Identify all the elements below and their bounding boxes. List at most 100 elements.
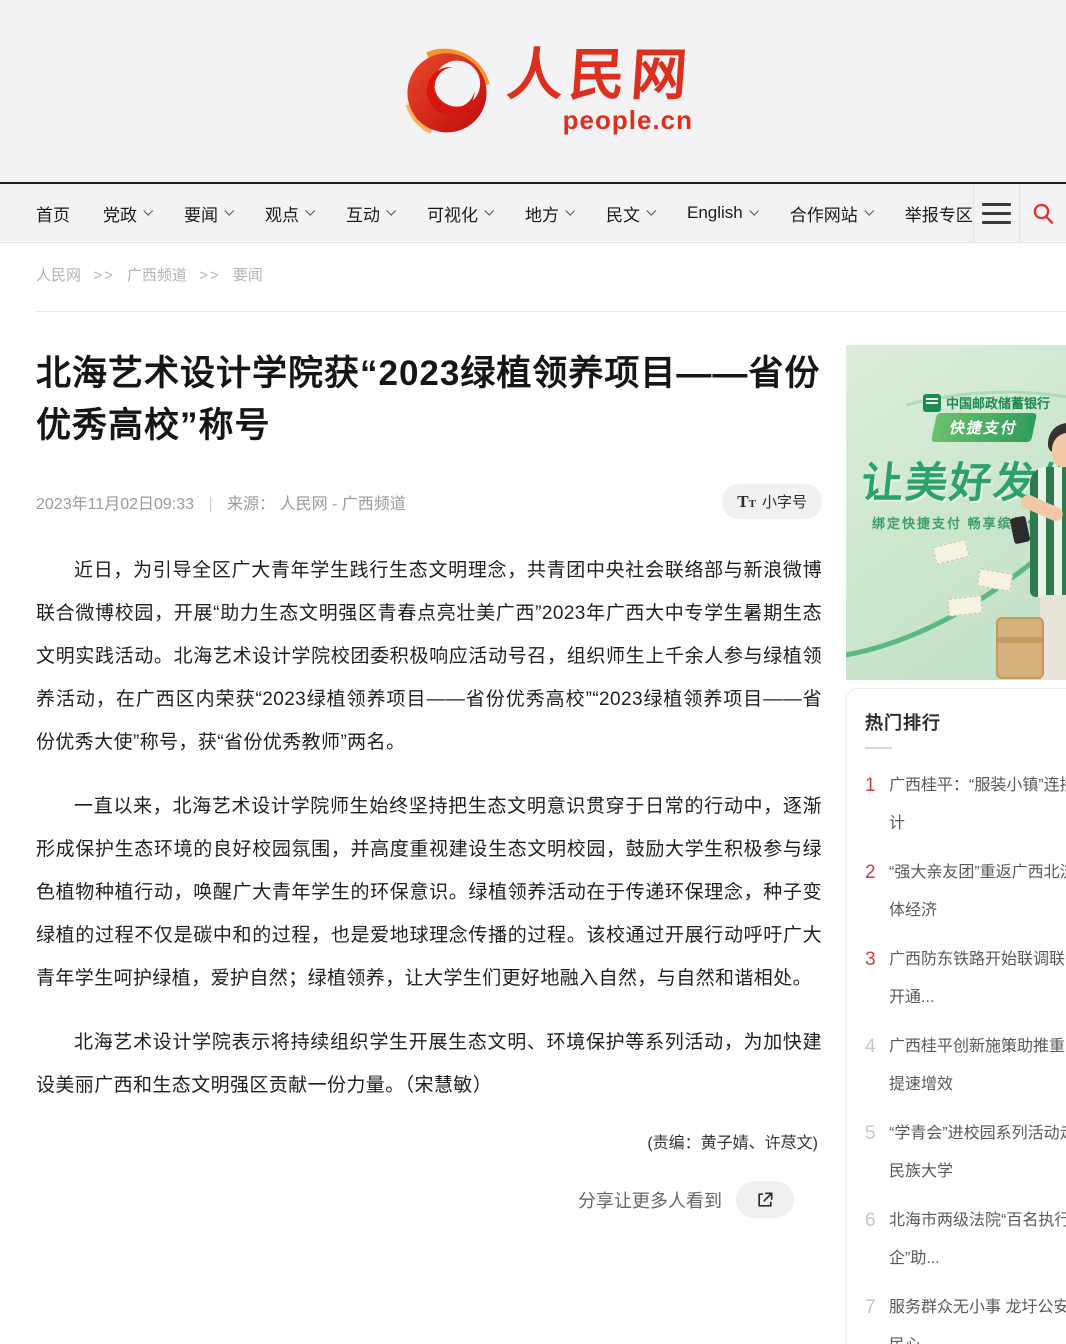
nav-item-label: 观点 (265, 201, 299, 226)
ad-suitcase-illustration (996, 617, 1044, 679)
article-paragraph: 北海艺术设计学院表示将持续组织学生开展生态文明、环境保护等系列活动，为加快建设美… (36, 1021, 822, 1107)
nav-item-hezuo[interactable]: 合作网站 (790, 201, 872, 226)
breadcrumb-link-people[interactable]: 人民网 (36, 267, 81, 284)
breadcrumb-divider (36, 311, 1066, 312)
nav-item-home[interactable]: 首页 (36, 201, 70, 226)
hot-item-text: 体经济 (889, 892, 1066, 930)
rank-number: 2 (865, 854, 876, 892)
nav-item-keshihua[interactable]: 可视化 (427, 201, 492, 226)
breadcrumb-link-channel[interactable]: 广西频道 (127, 267, 187, 284)
hot-item-text: 广西防东铁路开始联调联试 预 (889, 941, 1066, 979)
chevron-down-icon (565, 206, 575, 216)
nav-item-label: English (687, 203, 743, 223)
rank-number: 6 (865, 1202, 876, 1240)
site-logo[interactable]: 人民网 people.cn (401, 45, 693, 137)
hot-item-text: 广西桂平：“服装小镇”连接 (889, 767, 1066, 805)
hot-item-text: 民心 (889, 1327, 1066, 1344)
nav-item-label: 举报专区 (905, 201, 973, 226)
chevron-down-icon (386, 206, 396, 216)
nav-item-hudong[interactable]: 互动 (346, 201, 394, 226)
hot-ranking-item-7[interactable]: 7 服务群众无小事 龙圩公安排忧 民心 (865, 1289, 1066, 1344)
people-cn-logo-icon (401, 45, 493, 137)
nav-item-label: 合作网站 (790, 201, 858, 226)
menu-button[interactable] (973, 184, 1020, 242)
hot-item-text: “强大亲友团”重返广西北流 (889, 854, 1066, 892)
bank-logo: 中国邮政储蓄银行 (923, 393, 1050, 412)
hot-item-text: 广西桂平创新施策助推重大项 (889, 1028, 1066, 1066)
site-header: 人民网 people.cn (0, 0, 1066, 182)
article-meta-left: 2023年11月02日09:33 | 来源： 人民网 - 广西频道 (36, 490, 406, 514)
nav-item-jubao[interactable]: 举报专区 (905, 201, 973, 226)
hot-title-underline (865, 747, 892, 749)
rank-number: 7 (865, 1289, 876, 1327)
share-icon (755, 1190, 775, 1210)
nav-list: 首页 党政 要闻 观点 互动 可视化 地方 民文 English 合作网站 举报… (0, 184, 973, 242)
source-link[interactable]: 人民网 - 广西频道 (280, 496, 406, 513)
nav-item-dangzheng[interactable]: 党政 (103, 201, 151, 226)
font-size-button-label: 小字号 (762, 491, 807, 512)
hot-item-text: “学青会”进校园系列活动走 (889, 1115, 1066, 1153)
meta-pipe: | (209, 496, 213, 513)
hamburger-icon (982, 203, 1011, 224)
hot-item-text: 服务群众无小事 龙圩公安排忧 (889, 1289, 1066, 1327)
hot-item-text: 开通... (889, 979, 1066, 1017)
nav-item-label: 民文 (606, 201, 640, 226)
article-paragraph: 一直以来，北海艺术设计学院师生始终坚持把生态文明意识贯穿于日常的行动中，逐渐形成… (36, 785, 822, 1000)
chevron-down-icon (305, 206, 315, 216)
source-label: 来源： (227, 496, 275, 513)
hot-ranking-item-5[interactable]: 5 “学青会”进校园系列活动走 民族大学 (865, 1115, 1066, 1191)
chevron-down-icon (224, 206, 234, 216)
hot-ranking-title: 热门排行 (865, 709, 1066, 735)
nav-item-label: 地方 (525, 201, 559, 226)
logo-en-text: people.cn (563, 106, 693, 135)
share-label: 分享让更多人看到 (578, 1187, 722, 1213)
article-date: 2023年11月02日09:33 (36, 496, 194, 513)
hot-ranking-item-2[interactable]: 2 “强大亲友团”重返广西北流 体经济 (865, 854, 1066, 930)
logo-text: 人民网 people.cn (507, 48, 693, 135)
nav-item-guandian[interactable]: 观点 (265, 201, 313, 226)
font-size-button[interactable]: TT 小字号 (722, 484, 822, 519)
breadcrumb-separator: >> (199, 267, 221, 284)
article-meta: 2023年11月02日09:33 | 来源： 人民网 - 广西频道 TT 小字号 (36, 484, 822, 519)
breadcrumb-link-section[interactable]: 要闻 (233, 267, 263, 284)
ad-banner[interactable]: 中国邮政储蓄银行 快捷支付 让美好发生 绑定快捷支付 畅享缤纷优惠 (846, 345, 1066, 680)
search-button[interactable] (1019, 184, 1066, 242)
editor-note: (责编：黄子婧、许荩文) (36, 1129, 822, 1153)
nav-item-label: 可视化 (427, 201, 478, 226)
hot-ranking-item-1[interactable]: 1 广西桂平：“服装小镇”连接 计 (865, 767, 1066, 843)
hot-ranking-item-4[interactable]: 4 广西桂平创新施策助推重大项 提速增效 (865, 1028, 1066, 1104)
page: 人民网 people.cn 首页 党政 要闻 观点 互动 可视化 地方 民文 E… (0, 0, 1066, 1344)
nav-item-label: 党政 (103, 201, 137, 226)
hot-item-text: 民族大学 (889, 1153, 1066, 1191)
nav-item-yaowen[interactable]: 要闻 (184, 201, 232, 226)
nav-item-difang[interactable]: 地方 (525, 201, 573, 226)
hot-ranking-panel: 热门排行 1 广西桂平：“服装小镇”连接 计 2 “强大亲友团”重返广西北流 体… (846, 688, 1066, 1344)
chevron-down-icon (143, 206, 153, 216)
article-paragraph: 近日，为引导全区广大青年学生践行生态文明理念，共青团中央社会联络部与新浪微博联合… (36, 549, 822, 764)
hot-ranking-item-6[interactable]: 6 北海市两级法院“百名执行干 企”助... (865, 1202, 1066, 1278)
chevron-down-icon (864, 206, 874, 216)
nav-item-minwen[interactable]: 民文 (606, 201, 654, 226)
rank-number: 1 (865, 767, 876, 805)
coupon-decoration (947, 595, 983, 616)
hot-item-text: 北海市两级法院“百名执行干 (889, 1202, 1066, 1240)
article-body: 近日，为引导全区广大青年学生践行生态文明理念，共青团中央社会联络部与新浪微博联合… (36, 549, 822, 1107)
share-button[interactable] (736, 1181, 794, 1218)
nav-item-english[interactable]: English (687, 203, 757, 223)
share-row: 分享让更多人看到 (36, 1181, 822, 1218)
rank-number: 5 (865, 1115, 876, 1153)
page-title: 北海艺术设计学院获“2023绿植领养项目——省份优秀高校”称号 (36, 348, 822, 452)
hot-item-text: 企”助... (889, 1240, 1066, 1278)
hot-item-text: 计 (889, 805, 1066, 843)
logo-zh-text: 人民网 (505, 48, 695, 104)
bank-name: 中国邮政储蓄银行 (946, 393, 1050, 412)
chevron-down-icon (484, 206, 494, 216)
nav-item-label: 首页 (36, 201, 70, 226)
main-nav: 首页 党政 要闻 观点 互动 可视化 地方 民文 English 合作网站 举报… (0, 182, 1066, 243)
breadcrumb: 人民网 >> 广西频道 >> 要闻 (36, 264, 263, 285)
breadcrumb-separator: >> (93, 267, 115, 284)
hot-ranking-item-3[interactable]: 3 广西防东铁路开始联调联试 预 开通... (865, 941, 1066, 1017)
hot-item-text: 提速增效 (889, 1066, 1066, 1104)
nav-item-label: 互动 (346, 201, 380, 226)
rank-number: 4 (865, 1028, 876, 1066)
